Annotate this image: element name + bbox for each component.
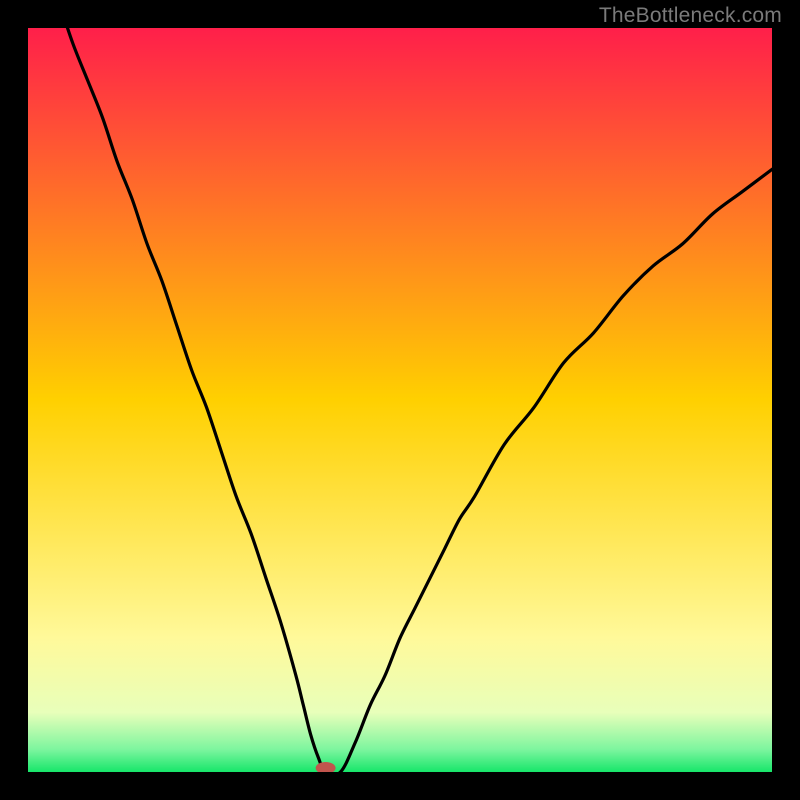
watermark-text: TheBottleneck.com <box>599 4 782 28</box>
plot-area <box>28 28 772 772</box>
chart-container: TheBottleneck.com <box>0 0 800 800</box>
chart-svg <box>28 28 772 772</box>
gradient-background <box>28 28 772 772</box>
